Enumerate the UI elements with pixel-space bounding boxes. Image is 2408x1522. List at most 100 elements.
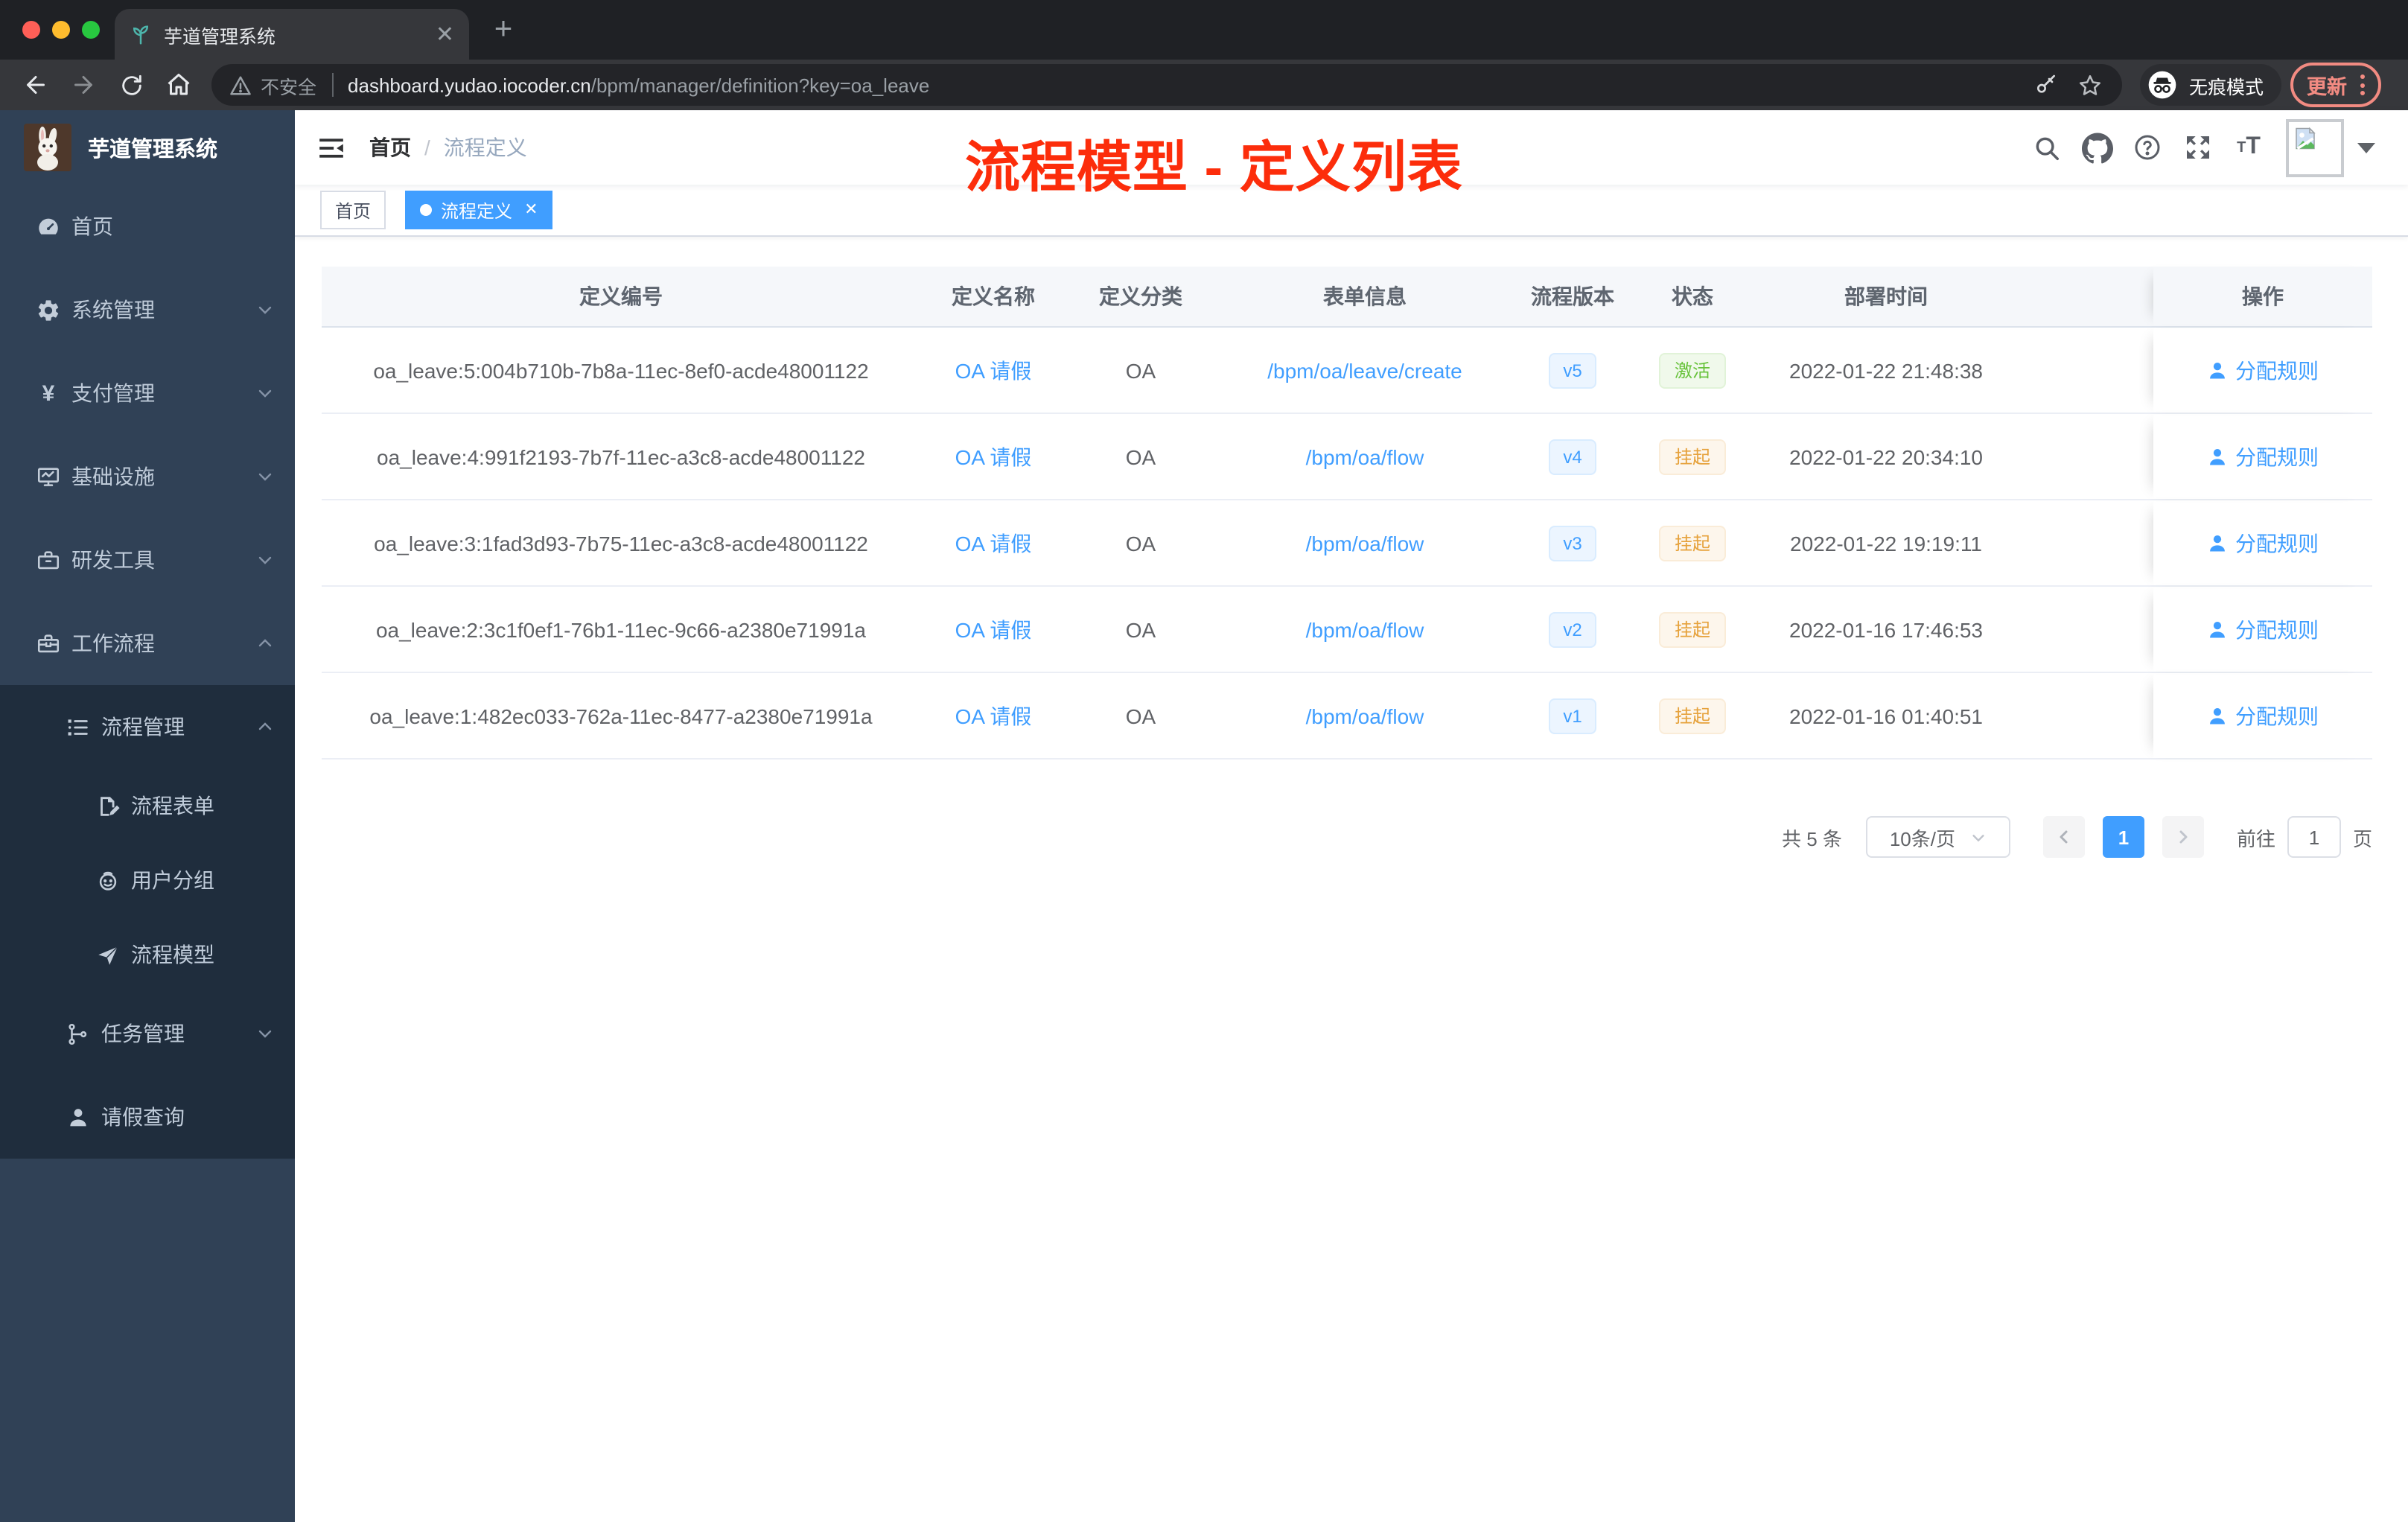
assign-rule-button[interactable]: 分配规则 [2207,528,2319,558]
back-icon[interactable] [21,70,51,100]
definition-category: OA [1125,445,1156,468]
browser-menu-icon[interactable] [2360,74,2365,95]
chevron-down-icon [256,301,274,319]
tab-title: 芋道管理系统 [164,26,276,47]
status-badge: 激活 [1659,352,1725,388]
prev-page-button[interactable] [2042,816,2085,858]
not-secure-warning-icon [229,74,252,96]
version-badge: v2 [1548,611,1597,647]
help-icon[interactable] [2131,131,2164,164]
definition-id: oa_leave:2:3c1f0ef1-76b1-11ec-9c66-a2380… [375,617,866,641]
url-divider [331,73,334,97]
form-link[interactable]: /bpm/oa/flow [1306,445,1424,468]
table-row: oa_leave:2:3c1f0ef1-76b1-11ec-9c66-a2380… [322,587,2372,673]
window-minimize-button[interactable] [52,21,70,39]
sidebar-item-pay[interactable]: ¥ 支付管理 [0,351,295,435]
page-jump-input[interactable] [2287,816,2341,858]
form-link[interactable]: /bpm/oa/flow [1306,531,1424,555]
status-badge: 挂起 [1659,525,1725,561]
sidebar-toggle-icon[interactable] [316,133,345,162]
sidebar-item-process-management[interactable]: 流程管理 [0,685,295,768]
table-row: oa_leave:5:004b710b-7b8a-11ec-8ef0-acde4… [322,328,2372,414]
assign-rule-button[interactable]: 分配规则 [2207,701,2319,730]
sidebar-logo: 芋道管理系统 [0,110,295,185]
tab-close-icon[interactable]: ✕ [436,23,454,45]
assign-rule-button[interactable]: 分配规则 [2207,442,2319,471]
definition-id: oa_leave:3:1fad3d93-7b75-11ec-a3c8-acde4… [374,531,868,555]
assign-rule-button[interactable]: 分配规则 [2207,614,2319,644]
password-key-icon[interactable] [2033,71,2060,98]
version-badge: v1 [1548,698,1597,733]
reload-icon[interactable] [116,70,146,100]
col-header-category: 定义分类 [1099,284,1182,308]
form-link[interactable]: /bpm/oa/leave/create [1267,358,1462,382]
definition-name-link[interactable]: OA 请假 [955,614,1032,644]
window-zoom-button[interactable] [82,21,100,39]
chevron-left-icon [2060,830,2068,844]
definition-name-link[interactable]: OA 请假 [955,442,1032,471]
definition-name-link[interactable]: OA 请假 [955,355,1032,385]
update-button[interactable]: 更新 [2290,63,2381,107]
sidebar-item-system[interactable]: 系统管理 [0,268,295,351]
avatar-dropdown-caret-icon[interactable] [2357,142,2375,153]
sidebar-item-home[interactable]: 首页 [0,185,295,268]
definition-name-link[interactable]: OA 请假 [955,701,1032,730]
sidebar-item-task-management[interactable]: 任务管理 [0,992,295,1075]
red-annotation-title: 流程模型 - 定义列表 [965,137,1463,198]
fullscreen-icon[interactable] [2182,131,2214,164]
table-row: oa_leave:1:482ec033-762a-11ec-8477-a2380… [322,673,2372,760]
deploy-time: 2022-01-16 17:46:53 [1789,617,1983,641]
window-close-button[interactable] [22,21,40,39]
col-header-definition-name: 定义名称 [952,284,1035,308]
active-tag-dot [420,204,433,216]
definition-category: OA [1125,531,1156,555]
search-icon[interactable] [2030,131,2063,164]
avatar[interactable] [2286,118,2344,176]
form-link[interactable]: /bpm/oa/flow [1306,617,1424,641]
browser-tab-strip: 芋道管理系统 ✕ + [0,0,2408,60]
next-page-button[interactable] [2162,816,2204,858]
incognito-badge: 无痕模式 [2139,64,2281,106]
sidebar-item-workflow[interactable]: 工作流程 [0,602,295,685]
pagination: 共 5 条 10条/页 1 前往 页 [322,816,2372,858]
deploy-time: 2022-01-22 19:19:11 [1790,531,1982,555]
breadcrumb-home[interactable]: 首页 [369,133,411,162]
breadcrumb: 首页 / 流程定义 [369,133,527,162]
window-controls [22,21,100,39]
font-size-icon[interactable]: TT [2232,131,2265,164]
bookmark-star-icon[interactable] [2077,71,2104,98]
app-title: 芋道管理系统 [88,138,217,162]
browser-tab[interactable]: 芋道管理系统 ✕ [115,9,469,60]
user-icon [2210,448,2225,465]
deploy-time: 2022-01-22 20:34:10 [1789,445,1983,468]
sidebar-item-user-group[interactable]: 用户分组 [0,843,295,917]
tag-home[interactable]: 首页 [320,191,386,229]
new-tab-button[interactable]: + [485,12,521,48]
page-1-button[interactable]: 1 [2102,816,2144,858]
definition-name-link[interactable]: OA 请假 [955,528,1032,558]
page-size-select[interactable]: 10条/页 [1865,816,2010,858]
assign-rule-button[interactable]: 分配规则 [2207,355,2319,385]
github-icon[interactable] [2080,131,2113,164]
home-icon[interactable] [164,70,194,100]
forward-icon[interactable] [69,70,98,100]
definition-id: oa_leave:1:482ec033-762a-11ec-8477-a2380… [369,704,873,727]
browser-toolbar: 不安全 dashboard.yudao.iocoder.cn /bpm/mana… [0,60,2408,110]
tag-close-icon[interactable]: ✕ [524,201,538,218]
sidebar-item-leave-query[interactable]: 请假查询 [0,1075,295,1159]
broken-image-icon [2296,126,2316,150]
chevron-up-icon [256,634,274,652]
col-header-definition-id: 定义编号 [579,284,663,308]
sidebar-item-process-form[interactable]: 流程表单 [0,768,295,843]
document-edit-icon [95,793,121,818]
tag-process-definition[interactable]: 流程定义 ✕ [405,191,553,229]
address-bar[interactable]: 不安全 dashboard.yudao.iocoder.cn /bpm/mana… [211,64,2122,106]
chevron-down-icon [256,1025,274,1042]
sidebar-item-infra[interactable]: 基础设施 [0,435,295,518]
sidebar-item-dev-tools[interactable]: 研发工具 [0,518,295,602]
briefcase-icon [36,631,61,656]
main-area: 首页 / 流程定义 TT 首页 流程定义 ✕ 定义编号 定义名称 定义分类 表单… [295,110,2408,1522]
breadcrumb-current: 流程定义 [443,136,527,159]
sidebar-item-process-model[interactable]: 流程模型 [0,917,295,992]
form-link[interactable]: /bpm/oa/flow [1306,704,1424,727]
